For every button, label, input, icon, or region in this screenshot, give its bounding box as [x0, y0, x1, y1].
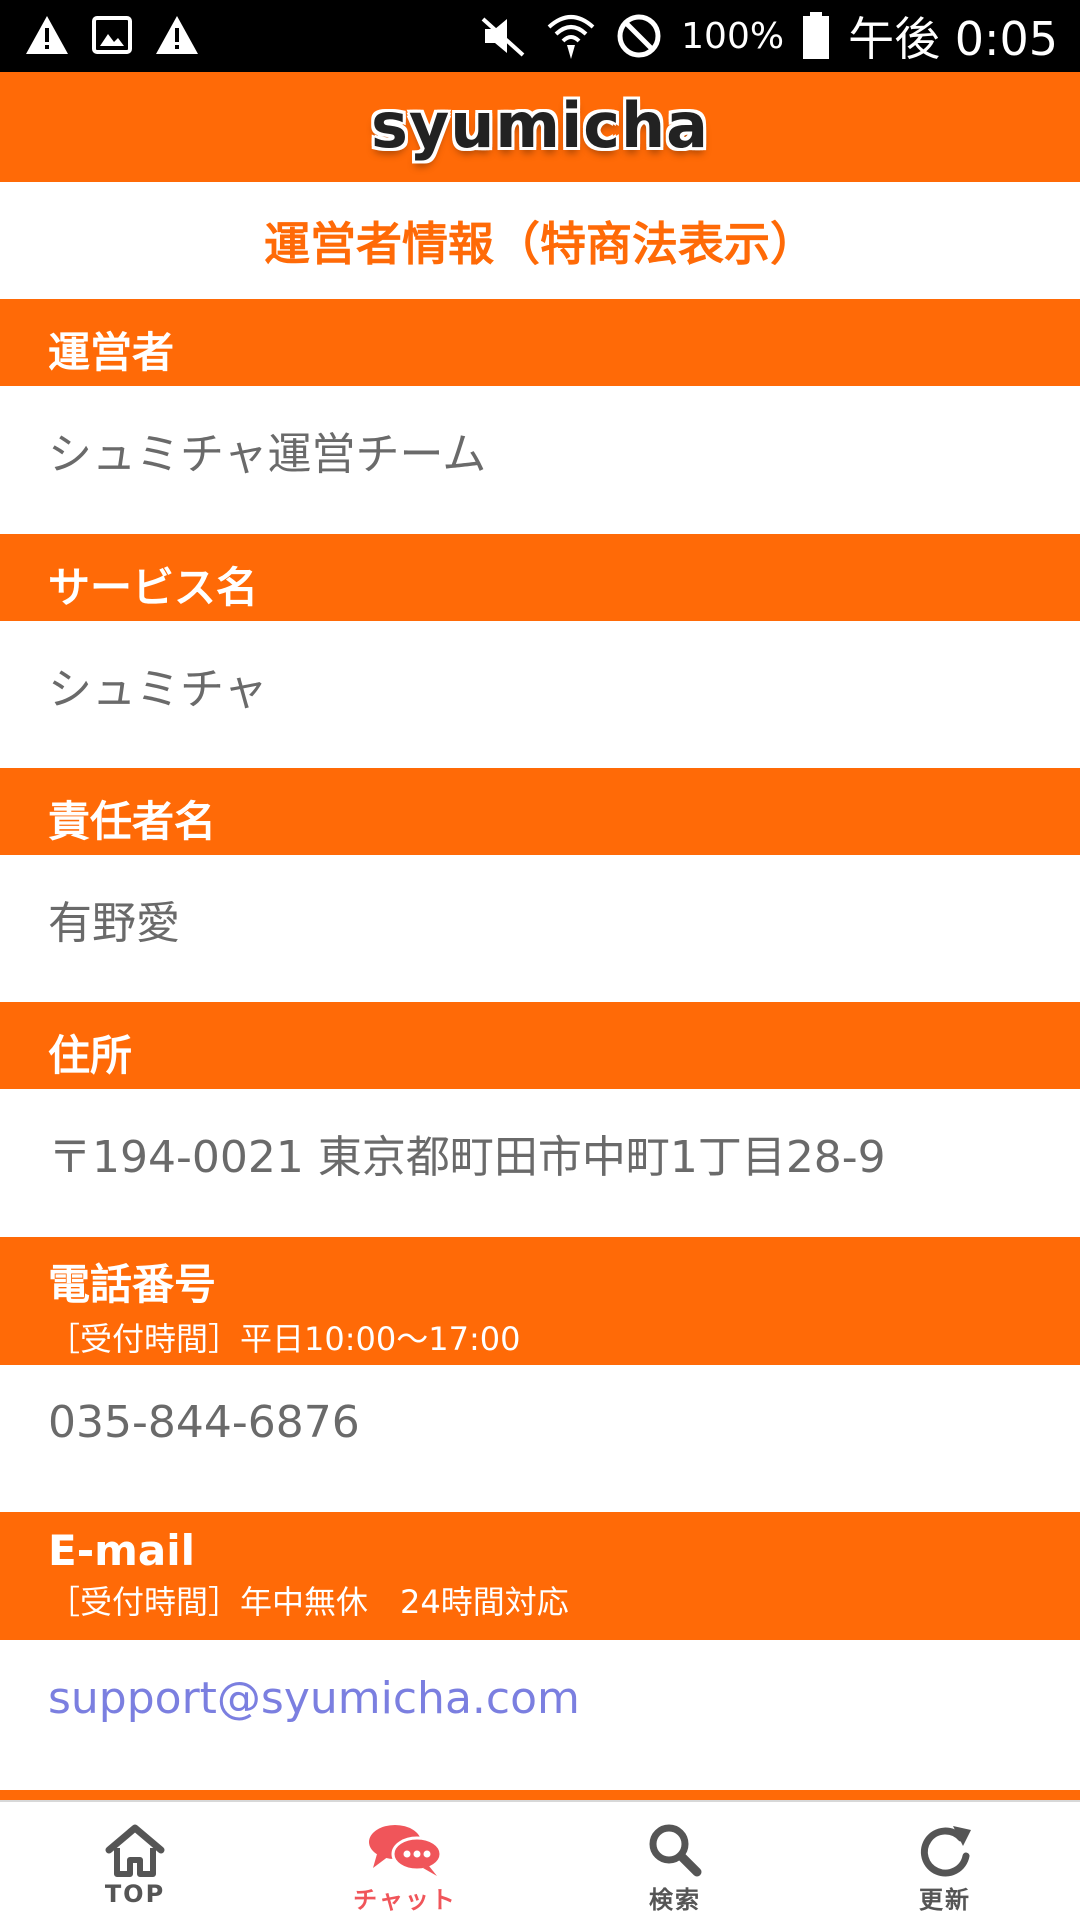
section-header-responsible-person: 責任者名: [0, 768, 1080, 855]
home-icon: [105, 1824, 165, 1877]
section-header-service-name: サービス名: [0, 534, 1080, 621]
chat-icon: [369, 1825, 443, 1876]
section-label: 責任者名: [48, 797, 217, 846]
wifi-icon: [547, 15, 595, 59]
tab-label: 更新: [919, 1886, 971, 1914]
operator-value: シュミチャ運営チーム: [48, 429, 487, 480]
status-bar: 100% 午後 0:05: [0, 0, 1080, 72]
mute-icon: [481, 17, 525, 57]
email-link[interactable]: support@syumicha.com: [48, 1673, 580, 1724]
page-title: 運営者情報（特商法表示）: [264, 216, 816, 271]
status-bar-notifications: [24, 14, 200, 56]
tab-bar-divider: [0, 1790, 1080, 1800]
status-bar-system: 100% 午後 0:05: [479, 0, 1058, 72]
app-header: syumicha: [0, 72, 1080, 182]
section-label: 電話番号: [48, 1260, 217, 1309]
tab-search[interactable]: 検索: [540, 1802, 810, 1922]
battery-percentage: 100%: [681, 15, 785, 57]
section-label: 住所: [48, 1031, 133, 1080]
section-label: サービス名: [48, 563, 259, 612]
bottom-tab-bar: TOP チャット 検索 更新: [0, 1800, 1080, 1920]
service-name-value: シュミチャ: [48, 664, 268, 715]
warning-icon: [156, 16, 198, 54]
section-header-email: E-mail ［受付時間］年中無休 24時間対応: [0, 1512, 1080, 1640]
section-label: E-mail: [48, 1526, 196, 1575]
section-label: 運営者: [48, 328, 175, 377]
responsible-person-value: 有野愛: [48, 898, 180, 949]
tab-top[interactable]: TOP: [0, 1802, 270, 1922]
section-sublabel: ［受付時間］平日10:00〜17:00: [48, 1320, 521, 1358]
address-value: 〒194-0021 東京都町田市中町1丁目28-9: [48, 1132, 886, 1183]
tab-refresh[interactable]: 更新: [810, 1802, 1080, 1922]
section-sublabel: ［受付時間］年中無休 24時間対応: [48, 1583, 569, 1621]
section-header-address: 住所: [0, 1002, 1080, 1089]
battery-icon: [803, 12, 830, 59]
warning-icon: [26, 16, 68, 54]
tab-label: TOP: [104, 1880, 166, 1908]
tab-label: チャット: [353, 1886, 457, 1914]
image-icon: [92, 16, 132, 54]
section-header-phone: 電話番号 ［受付時間］平日10:00〜17:00: [0, 1237, 1080, 1365]
tab-chat[interactable]: チャット: [270, 1802, 540, 1922]
do-not-disturb-icon: [617, 14, 661, 58]
search-icon: [649, 1824, 702, 1877]
tab-label: 検索: [649, 1886, 701, 1914]
clock: 午後 0:05: [848, 12, 1058, 66]
app-logo: syumicha: [370, 88, 710, 162]
refresh-icon: [920, 1826, 971, 1877]
phone-value[interactable]: 035-844-6876: [48, 1397, 360, 1448]
section-header-operator: 運営者: [0, 299, 1080, 386]
